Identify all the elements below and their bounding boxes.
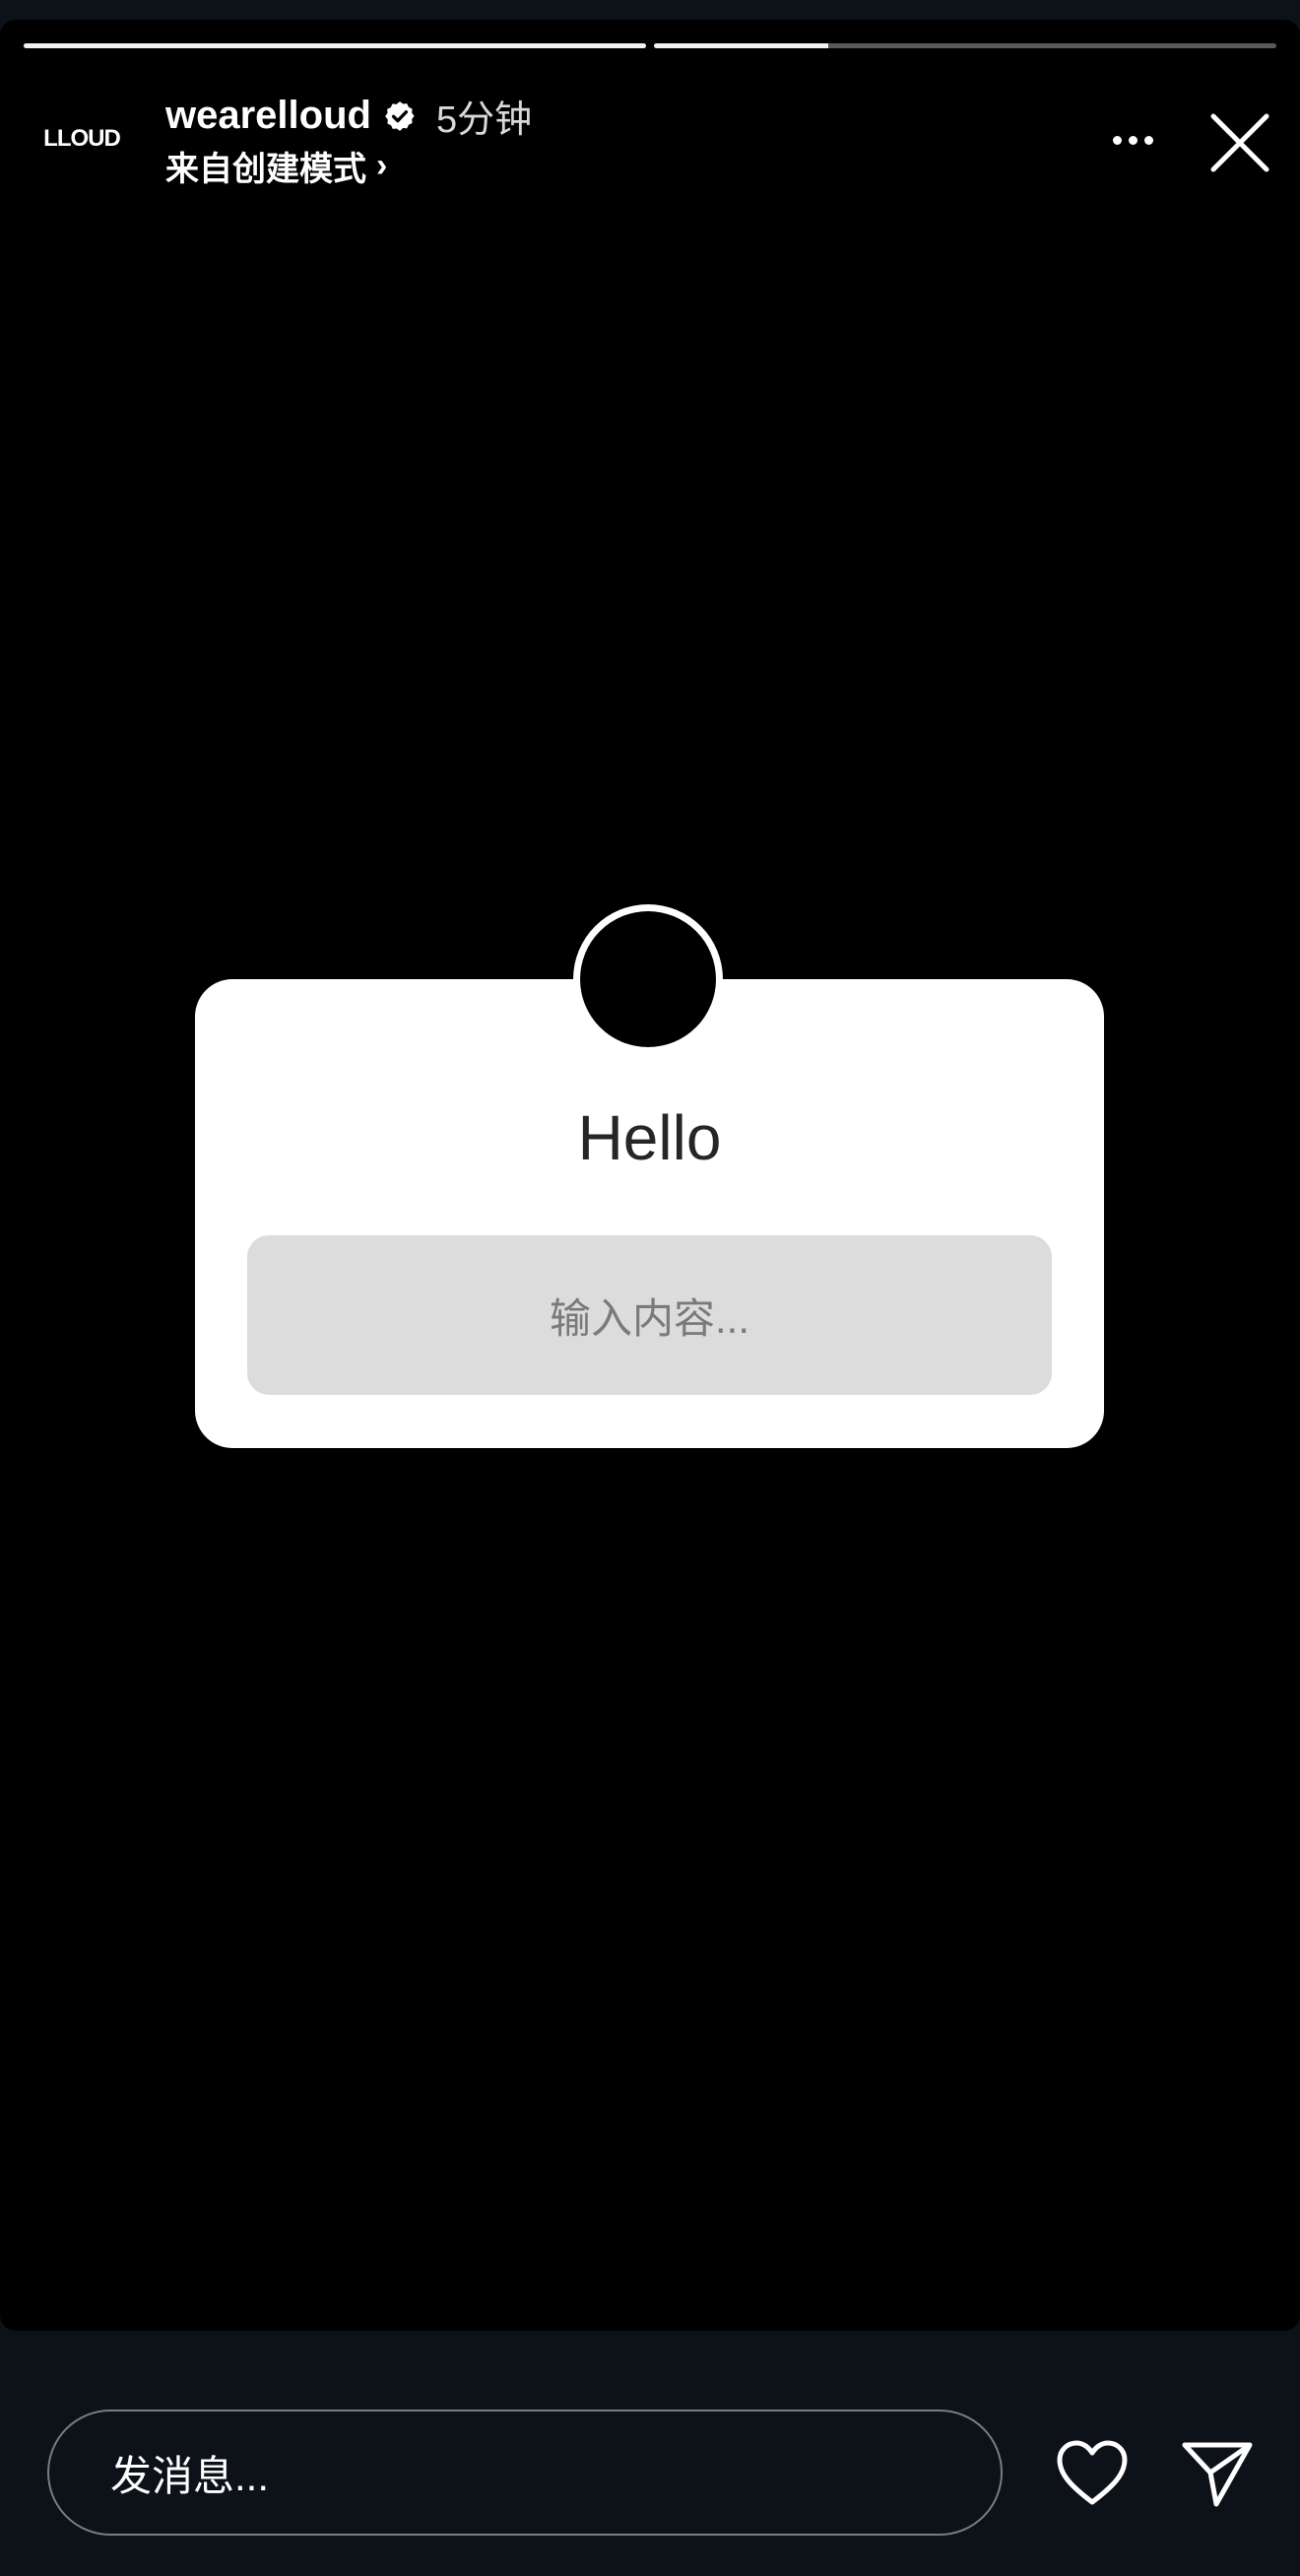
author-username[interactable]: wearelloud	[165, 94, 371, 138]
close-icon[interactable]	[1205, 108, 1274, 177]
heart-icon[interactable]	[1052, 2433, 1133, 2514]
story-footer: 发消息...	[0, 2331, 1300, 2576]
more-horizontal-icon	[1143, 135, 1153, 145]
progress-fill	[24, 43, 646, 48]
more-options-button[interactable]	[1103, 120, 1162, 160]
author-line: wearelloud 5分钟	[165, 89, 532, 143]
message-input[interactable]: 发消息...	[47, 2410, 1003, 2536]
chevron-right-icon: ›	[376, 147, 388, 184]
progress-segment	[654, 43, 1276, 48]
progress-segment	[24, 43, 646, 48]
sticker-avatar	[573, 904, 723, 1054]
create-mode-label: 来自创建模式	[165, 151, 366, 188]
story-header: LLOUD wearelloud 5分钟 来自创建模式 ›	[0, 71, 1300, 209]
more-horizontal-icon	[1128, 135, 1138, 145]
sticker-title: Hello	[577, 1102, 722, 1173]
create-mode-link[interactable]: 来自创建模式 ›	[165, 142, 387, 190]
story-progress	[24, 43, 1276, 48]
progress-fill	[654, 43, 828, 48]
author-avatar[interactable]: LLOUD	[28, 104, 136, 173]
story-viewer[interactable]: LLOUD wearelloud 5分钟 来自创建模式 › Hello 输入内容…	[0, 20, 1300, 2331]
verified-badge-icon	[385, 100, 415, 131]
sticker-answer-input[interactable]: 输入内容...	[247, 1235, 1052, 1395]
more-horizontal-icon	[1112, 135, 1122, 145]
sticker-avatar-image	[580, 911, 716, 1047]
story-time: 5分钟	[435, 99, 533, 141]
send-icon[interactable]	[1177, 2433, 1258, 2514]
